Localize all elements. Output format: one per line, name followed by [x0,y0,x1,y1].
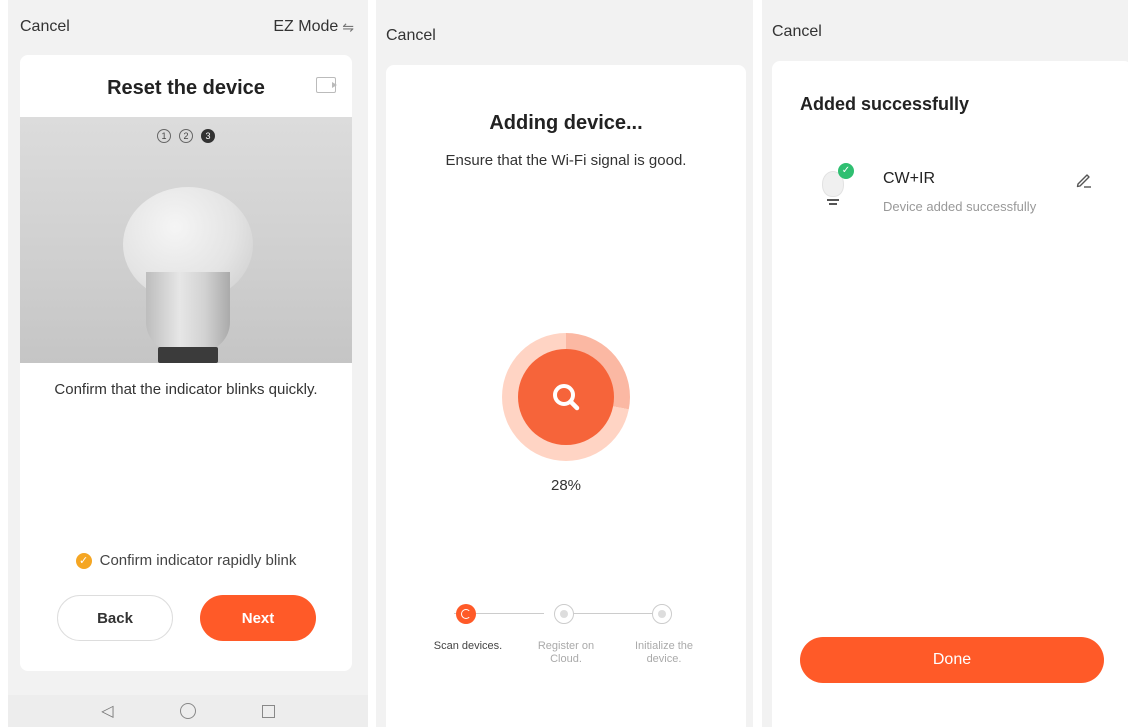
step-initialize-dot [652,604,672,624]
step-3: 3 [201,129,215,143]
step-initialize-label: Initialize the device. [634,640,694,665]
confirm-checkbox[interactable]: ✓ Confirm indicator rapidly blink [20,552,352,569]
success-check-icon: ✓ [838,163,854,179]
confirm-label: Confirm indicator rapidly blink [99,552,297,569]
bulb-neck [146,272,230,352]
switch-mode-icon: ⇋ [342,18,354,35]
device-image: 1 2 3 [20,117,352,363]
progress-ring [502,333,630,461]
nav-back-icon[interactable]: ◁ [101,701,113,721]
cancel-button[interactable]: Cancel [772,23,822,41]
instruction-text: Confirm that the indicator blinks quickl… [54,381,318,398]
step-scan-dot [456,604,476,624]
edit-pencil-icon[interactable] [1074,169,1094,189]
next-button[interactable]: Next [200,595,316,641]
light-bulb-icon: ✓ [818,163,858,215]
progress-timeline [434,602,674,626]
bulb-base-line [827,199,839,201]
cancel-button[interactable]: Cancel [20,18,70,36]
checkmark-icon: ✓ [75,552,92,569]
ez-mode-switch[interactable]: EZ Mode ⇋ [273,18,354,36]
step-1: 1 [157,129,171,143]
bulb-base [158,347,218,363]
system-nav-bar: ◁ [8,695,368,727]
video-icon[interactable] [316,77,337,93]
result-card: Added successfully ✓ CW+IR Device added … [772,61,1128,727]
device-status: Device added successfully [883,199,1037,214]
ez-mode-label: EZ Mode [273,18,339,35]
timeline-connector [564,613,654,614]
nav-home-icon[interactable] [179,703,196,719]
adding-card: Adding device... Ensure that the Wi-Fi s… [386,65,746,727]
search-icon [553,384,580,411]
step-indicator: 1 2 3 [20,129,352,143]
back-button[interactable]: Back [57,595,173,641]
step-register-dot [554,604,574,624]
nav-recents-icon[interactable] [261,704,275,718]
step-scan-label: Scan devices. [433,640,503,652]
cancel-button[interactable]: Cancel [386,27,436,45]
reset-device-screen: Cancel EZ Mode ⇋ Reset the device 1 2 3 … [8,0,368,727]
step-2: 2 [179,129,193,143]
page-title: Adding device... [489,112,643,134]
page-title: Reset the device [107,77,265,99]
reset-card: Reset the device 1 2 3 Confirm that the … [20,55,352,671]
done-button[interactable]: Done [800,637,1104,683]
light-bulb-image [123,187,253,363]
adding-device-screen: Cancel Adding device... Ensure that the … [376,0,753,727]
wifi-hint: Ensure that the Wi-Fi signal is good. [445,152,687,169]
bulb-base-line [829,203,837,205]
added-successfully-screen: Cancel Added successfully ✓ CW+IR Device… [762,0,1128,727]
progress-percent: 28% [550,477,582,494]
step-register-label: Register on Cloud. [537,640,595,665]
progress-center [518,349,614,445]
device-name: CW+IR [883,170,935,187]
page-title: Added successfully [800,94,970,114]
